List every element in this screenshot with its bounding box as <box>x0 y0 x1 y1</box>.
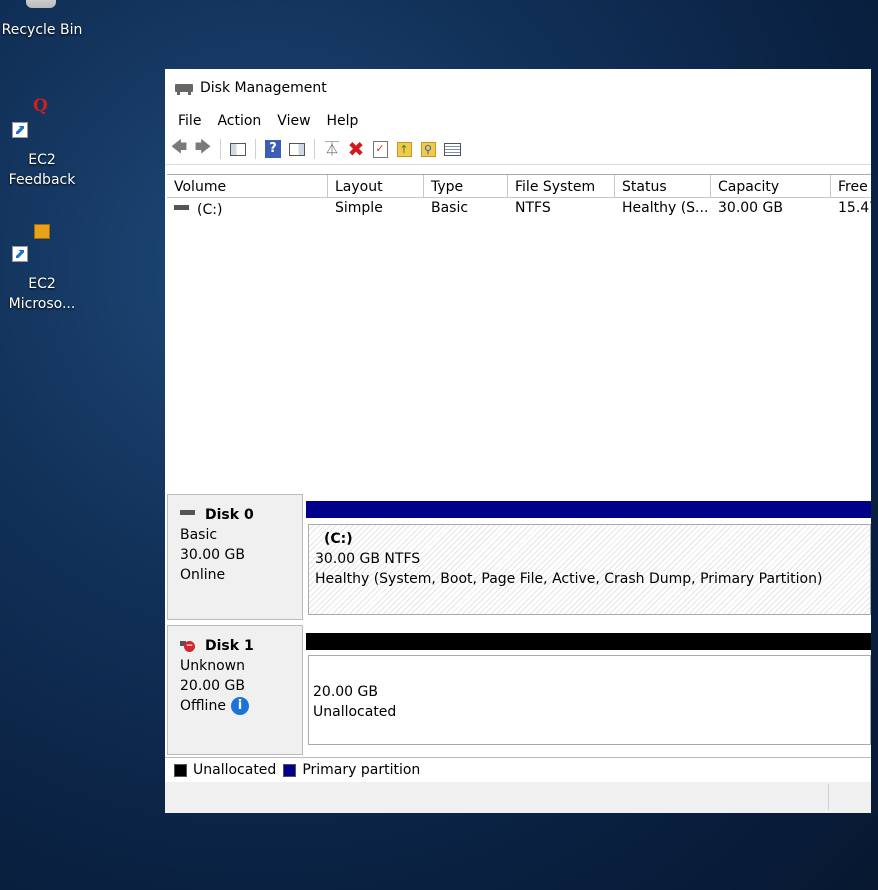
cell-status: Healthy (S... <box>622 200 709 216</box>
disk-0-label[interactable]: Disk 0 Basic 30.00 GB Online <box>167 494 303 620</box>
disk-icon <box>180 509 195 515</box>
ec2-microsoft-label-2: Microso... <box>8 296 76 312</box>
disk-1-type: Unknown <box>180 658 245 674</box>
partition-c-status: Healthy (System, Boot, Page File, Active… <box>315 571 823 587</box>
desktop-icon-ec2-microsoft[interactable]: EC2 Microso... <box>0 220 84 314</box>
status-bar <box>165 782 871 813</box>
unallocated-size: 20.00 GB <box>313 684 378 700</box>
desktop-icon-ec2-feedback[interactable]: Q EC2 Feedback <box>0 96 84 190</box>
folder-up-icon[interactable]: ↑ <box>394 139 414 159</box>
connect-drive-icon[interactable]: ⏄ <box>322 139 342 159</box>
toolbar-separator <box>220 139 221 159</box>
show-hide-console-tree-icon[interactable] <box>228 139 248 159</box>
toolbar-separator <box>314 139 315 159</box>
unallocated-label: Unallocated <box>313 704 397 720</box>
cell-volume: (C:) <box>167 198 328 220</box>
status-bar-cell <box>828 784 871 810</box>
menu-help[interactable]: Help <box>319 113 367 129</box>
menu-file[interactable]: File <box>170 113 209 129</box>
disk-0-primary-bar <box>306 501 871 518</box>
legend-unallocated: Unallocated <box>193 762 277 778</box>
table-row[interactable]: (C:) Simple Basic NTFS Healthy (S... 30.… <box>167 198 871 220</box>
ec2-feedback-label-1: EC2 <box>28 152 56 168</box>
properties-icon[interactable] <box>442 139 462 159</box>
check-icon[interactable]: ✓ <box>370 139 390 159</box>
window-title: Disk Management <box>200 80 327 96</box>
partition-c-label: (C:) <box>324 531 353 547</box>
cell-layout: Simple <box>335 200 383 216</box>
recycle-bin-icon <box>0 0 84 10</box>
legend-primary: Primary partition <box>302 762 421 778</box>
column-header-file-system[interactable]: File System <box>508 175 615 197</box>
disk-graphical-view: Disk 0 Basic 30.00 GB Online (C:) 30.00 … <box>165 487 871 755</box>
disk-0-type: Basic <box>180 527 218 543</box>
disk-1-state: Offline <box>180 698 226 714</box>
forward-icon[interactable]: 🡆 <box>193 137 213 159</box>
ec2-feedback-icon: Q <box>0 96 84 142</box>
menu-bar: File Action View Help <box>165 107 871 134</box>
disk-1-unallocated-bar <box>306 633 871 650</box>
drive-icon <box>174 204 189 210</box>
disk-1-label[interactable]: − Disk 1 Unknown 20.00 GB Offline i <box>167 625 303 755</box>
disk-0-state: Online <box>180 567 226 583</box>
unallocated-space[interactable]: 20.00 GB Unallocated <box>308 655 871 745</box>
disk-0-name: Disk 0 <box>180 505 302 525</box>
recycle-bin-label: Recycle Bin <box>1 22 83 38</box>
partition-c-size: 30.00 GB NTFS <box>315 551 421 567</box>
disk-1-state-row: Offline i <box>180 696 302 716</box>
legend: Unallocated Primary partition <box>165 757 871 783</box>
disk-1-size: 20.00 GB <box>180 678 245 694</box>
ec2-microsoft-label-1: EC2 <box>28 276 56 292</box>
column-header-type[interactable]: Type <box>424 175 508 197</box>
column-header-volume[interactable]: Volume <box>167 175 328 197</box>
disk-error-icon: − <box>180 639 195 653</box>
delete-icon[interactable]: ✖ <box>346 137 366 161</box>
column-header-capacity[interactable]: Capacity <box>711 175 831 197</box>
menu-view[interactable]: View <box>269 113 318 129</box>
help-icon[interactable]: ? <box>263 139 283 159</box>
cell-type: Basic <box>431 200 469 216</box>
volume-name: (C:) <box>197 202 223 218</box>
title-bar[interactable]: Disk Management <box>165 69 871 107</box>
disk-0-size: 30.00 GB <box>180 547 245 563</box>
column-header-free[interactable]: Free <box>831 175 871 197</box>
cell-free: 15.47 <box>838 200 871 216</box>
toolbar: 🡄 🡆 ? ⏄ ✖ ✓ ↑ ⚲ <box>165 134 871 165</box>
show-hide-action-pane-icon[interactable] <box>287 139 307 159</box>
partition-c[interactable]: (C:) 30.00 GB NTFS Healthy (System, Boot… <box>308 524 871 615</box>
disk-management-window: Disk Management File Action View Help 🡄 … <box>165 69 871 813</box>
disk-1-name: − Disk 1 <box>180 636 302 656</box>
column-header-layout[interactable]: Layout <box>328 175 424 197</box>
desktop-icon-recycle-bin[interactable]: Recycle Bin <box>0 0 84 40</box>
back-icon[interactable]: 🡄 <box>169 137 189 159</box>
cell-capacity: 30.00 GB <box>718 200 783 216</box>
volume-list-header: Volume Layout Type File System Status Ca… <box>167 175 871 198</box>
info-icon[interactable]: i <box>230 697 249 715</box>
ec2-feedback-label-2: Feedback <box>8 172 76 188</box>
disk-management-icon <box>175 81 193 95</box>
legend-swatch-primary <box>283 763 297 777</box>
search-folder-icon[interactable]: ⚲ <box>418 139 438 159</box>
menu-action[interactable]: Action <box>209 113 269 129</box>
cell-file-system: NTFS <box>515 200 551 216</box>
package-icon <box>0 220 84 266</box>
column-header-status[interactable]: Status <box>615 175 711 197</box>
toolbar-separator <box>255 139 256 159</box>
legend-swatch-unallocated <box>174 763 187 777</box>
